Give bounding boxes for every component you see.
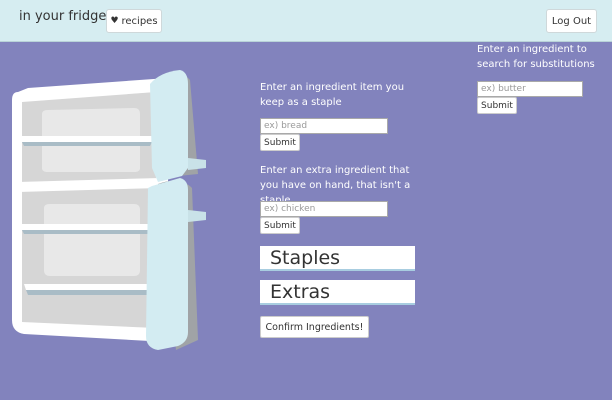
substitution-input[interactable] bbox=[477, 81, 583, 97]
open-fridge-icon bbox=[12, 70, 206, 350]
staple-prompt: Enter an ingredient item you keep as a s… bbox=[260, 82, 405, 108]
staple-input[interactable] bbox=[260, 118, 388, 134]
recipes-button[interactable]: ♥ recipes bbox=[106, 9, 162, 33]
staples-list-heading: Staples bbox=[260, 246, 415, 271]
heart-icon: ♥ bbox=[110, 16, 119, 26]
substitution-prompt: Enter an ingredient to search for substi… bbox=[477, 44, 595, 70]
substitution-submit-button[interactable]: Submit bbox=[477, 97, 517, 114]
logout-button[interactable]: Log Out bbox=[546, 9, 597, 33]
brand-title[interactable]: in your fridge bbox=[19, 9, 106, 24]
extra-input[interactable] bbox=[260, 201, 388, 217]
extras-list-heading: Extras bbox=[260, 280, 415, 305]
staple-submit-button[interactable]: Submit bbox=[260, 134, 300, 151]
extra-submit-button[interactable]: Submit bbox=[260, 217, 300, 234]
navbar: in your fridge ♥ recipes Log Out bbox=[0, 0, 612, 42]
recipes-button-label: recipes bbox=[121, 15, 158, 27]
confirm-ingredients-button[interactable]: Confirm Ingredients! bbox=[260, 316, 369, 338]
